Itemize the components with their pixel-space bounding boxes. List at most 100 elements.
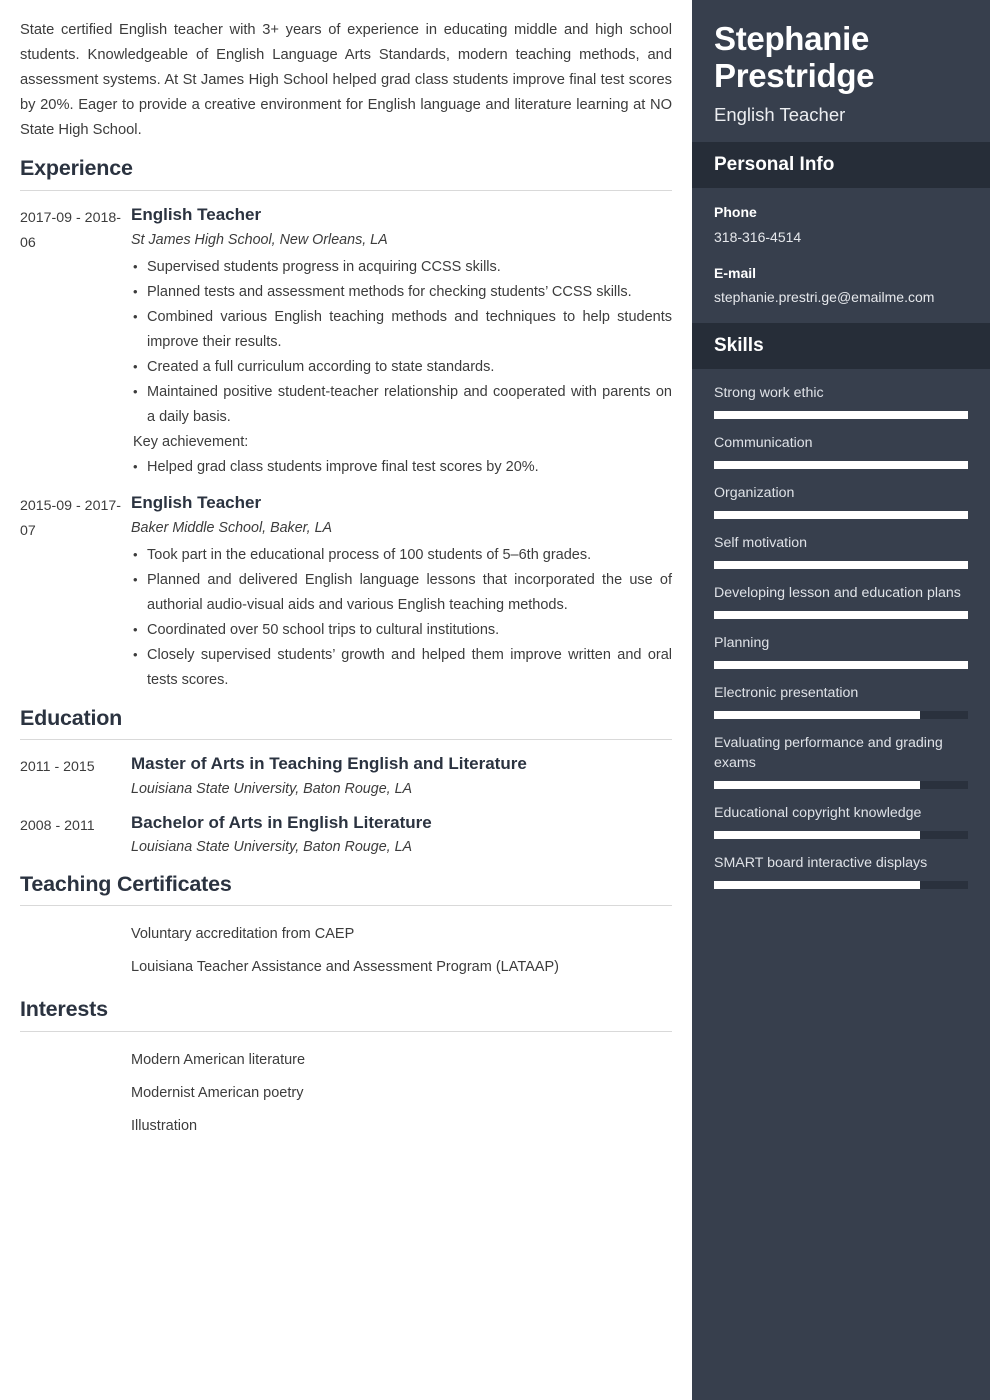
skill-label: SMART board interactive displays <box>714 855 928 872</box>
skill-bar-track <box>714 881 968 890</box>
bullet-item: Coordinated over 50 school trips to cult… <box>131 617 672 643</box>
skill-bar-fill <box>714 711 920 720</box>
entry-body: Master of Arts in Teaching English and L… <box>131 752 672 800</box>
personal-info-title: Personal Info <box>714 153 835 175</box>
skill-label: Developing lesson and education plans <box>714 585 961 602</box>
skill-bar-track <box>714 511 968 520</box>
entry-role: English Teacher <box>131 204 262 224</box>
section-title-experience: Experience <box>20 156 133 180</box>
skill-item: Communication <box>714 433 968 470</box>
personal-info-value: 318-316-4514 <box>714 229 802 246</box>
skill-bar-fill <box>714 781 920 790</box>
sidebar-header: Stephanie Prestridge English Teacher <box>692 0 990 142</box>
main-column: State certified English teacher with 3+ … <box>0 0 692 1400</box>
skill-item: Educational copyright knowledge <box>714 803 968 840</box>
experience-entry: 2017-09 - 2018-06 English Teacher St James… <box>20 203 672 480</box>
skill-item: SMART board interactive displays <box>714 853 968 890</box>
skill-label: Communication <box>714 435 813 452</box>
education-degree: Master of Arts in Teaching English and L… <box>131 754 527 774</box>
skill-bar-track <box>714 831 968 840</box>
entry-dates: 2015-09 - 2017-07 <box>20 497 121 539</box>
skill-bar-track <box>714 711 968 720</box>
skill-label: Educational copyright knowledge <box>714 805 922 822</box>
skill-label: Evaluating performance and grading exams <box>714 735 943 772</box>
education-entry: 2008 - 2011 Bachelor of Arts in English L… <box>20 811 672 859</box>
skill-item: Planning <box>714 633 968 670</box>
section-interests: Interests Modern American literature Mode… <box>20 998 672 1143</box>
skill-label: Electronic presentation <box>714 685 859 702</box>
skill-bar-fill <box>714 411 968 420</box>
section-divider <box>20 189 672 191</box>
entry-bullets: Supervised students progress in acquirin… <box>131 254 672 480</box>
certificate-item: Voluntary accreditation from CAEP <box>131 926 355 943</box>
entry-dates: 2008 - 2011 <box>20 817 95 834</box>
candidate-name: Stephanie Prestridge <box>714 20 875 95</box>
bullet-item: Maintained positive student-teacher rela… <box>131 379 672 430</box>
bullet-item: Closely supervised students’ growth and … <box>131 642 672 693</box>
experience-entry: 2015-09 - 2017-07 English Teacher Baker Mi… <box>20 491 672 693</box>
skill-bar-fill <box>714 611 968 620</box>
bullet-item: Planned tests and assessment methods for… <box>131 279 672 305</box>
entry-organization: St James High School, New Orleans, LA <box>131 232 388 249</box>
section-title-certificates: Teaching Certificates <box>20 871 232 896</box>
bullet-heading: Key achievement: <box>133 433 249 450</box>
skill-bar-track <box>714 461 968 470</box>
skill-item: Evaluating performance and grading exams <box>714 733 968 790</box>
bullet-item: Created a full curriculum according to s… <box>131 354 672 380</box>
education-entries: 2011 - 2015 Master of Arts in Teaching En… <box>20 752 672 858</box>
skill-bar-fill <box>714 511 968 520</box>
section-divider <box>20 905 672 907</box>
skill-bar-track <box>714 781 968 790</box>
skills-body: Strong work ethic Communication Organizati… <box>692 369 990 913</box>
personal-info-label: E-mail <box>714 264 757 281</box>
section-education: Education 2011 - 2015 Master of Arts in T… <box>20 705 672 859</box>
professional-summary: State certified English teacher with 3+ … <box>20 22 672 138</box>
personal-info-label: Phone <box>714 204 757 221</box>
skills-title: Skills <box>714 334 764 356</box>
education-school: Louisiana State University, Baton Rouge,… <box>131 839 413 856</box>
bullet-item: Combined various English teaching method… <box>131 304 672 355</box>
personal-info-value: stephanie.prestri.ge@emailme.com <box>714 289 935 306</box>
skill-label: Self motivation <box>714 535 808 552</box>
bullet-item: Took part in the educational process of … <box>131 542 672 568</box>
skill-bar-fill <box>714 561 968 570</box>
skill-bar-track <box>714 561 968 570</box>
interest-item: Illustration <box>131 1117 198 1134</box>
resume-page: State certified English teacher with 3+ … <box>0 0 990 1400</box>
bullet-item: Helped grad class students improve final… <box>131 454 672 480</box>
certificates-list: Voluntary accreditation from CAEP Louisia… <box>20 918 672 984</box>
personal-info-body: Phone 318-316-4514 E-mail stephanie.prestri… <box>692 188 990 322</box>
interests-list: Modern American literature Modernist Amer… <box>20 1044 672 1143</box>
experience-entries: 2017-09 - 2018-06 English Teacher St James… <box>20 203 672 693</box>
entry-body: English Teacher Baker Middle School, Bake… <box>131 491 672 693</box>
interest-item: Modernist American poetry <box>131 1084 304 1101</box>
education-degree: Bachelor of Arts in English Literature <box>131 812 432 832</box>
skill-item: Electronic presentation <box>714 683 968 720</box>
skill-bar-fill <box>714 461 968 470</box>
entry-dates: 2017-09 - 2018-06 <box>20 209 121 251</box>
skill-bar-fill <box>714 831 920 840</box>
bullet-item: Planned and delivered English language l… <box>131 567 672 618</box>
skill-bar-fill <box>714 881 920 890</box>
entry-body: Bachelor of Arts in English Literature Lo… <box>131 811 672 859</box>
skill-item: Organization <box>714 483 968 520</box>
skill-label: Strong work ethic <box>714 385 824 402</box>
section-title-education: Education <box>20 705 123 730</box>
skill-bar-track <box>714 611 968 620</box>
skill-label: Organization <box>714 485 795 502</box>
entry-bullets: Took part in the educational process of … <box>131 542 672 693</box>
entry-dates: 2011 - 2015 <box>20 759 95 776</box>
skill-item: Developing lesson and education plans <box>714 583 968 620</box>
skill-bar-track <box>714 411 968 420</box>
section-experience: Experience 2017-09 - 2018-06 English Teac… <box>20 156 672 693</box>
skill-bar-track <box>714 661 968 670</box>
sidebar: Stephanie Prestridge English Teacher Per… <box>692 0 990 1400</box>
candidate-job-title: English Teacher <box>714 103 846 125</box>
entry-organization: Baker Middle School, Baker, LA <box>131 520 333 537</box>
education-entry: 2011 - 2015 Master of Arts in Teaching En… <box>20 752 672 800</box>
skill-item: Self motivation <box>714 533 968 570</box>
skills-band: Skills <box>692 322 990 370</box>
section-divider <box>20 1030 672 1032</box>
skill-label: Planning <box>714 635 770 652</box>
section-certificates: Teaching Certificates Voluntary accredit… <box>20 871 672 985</box>
